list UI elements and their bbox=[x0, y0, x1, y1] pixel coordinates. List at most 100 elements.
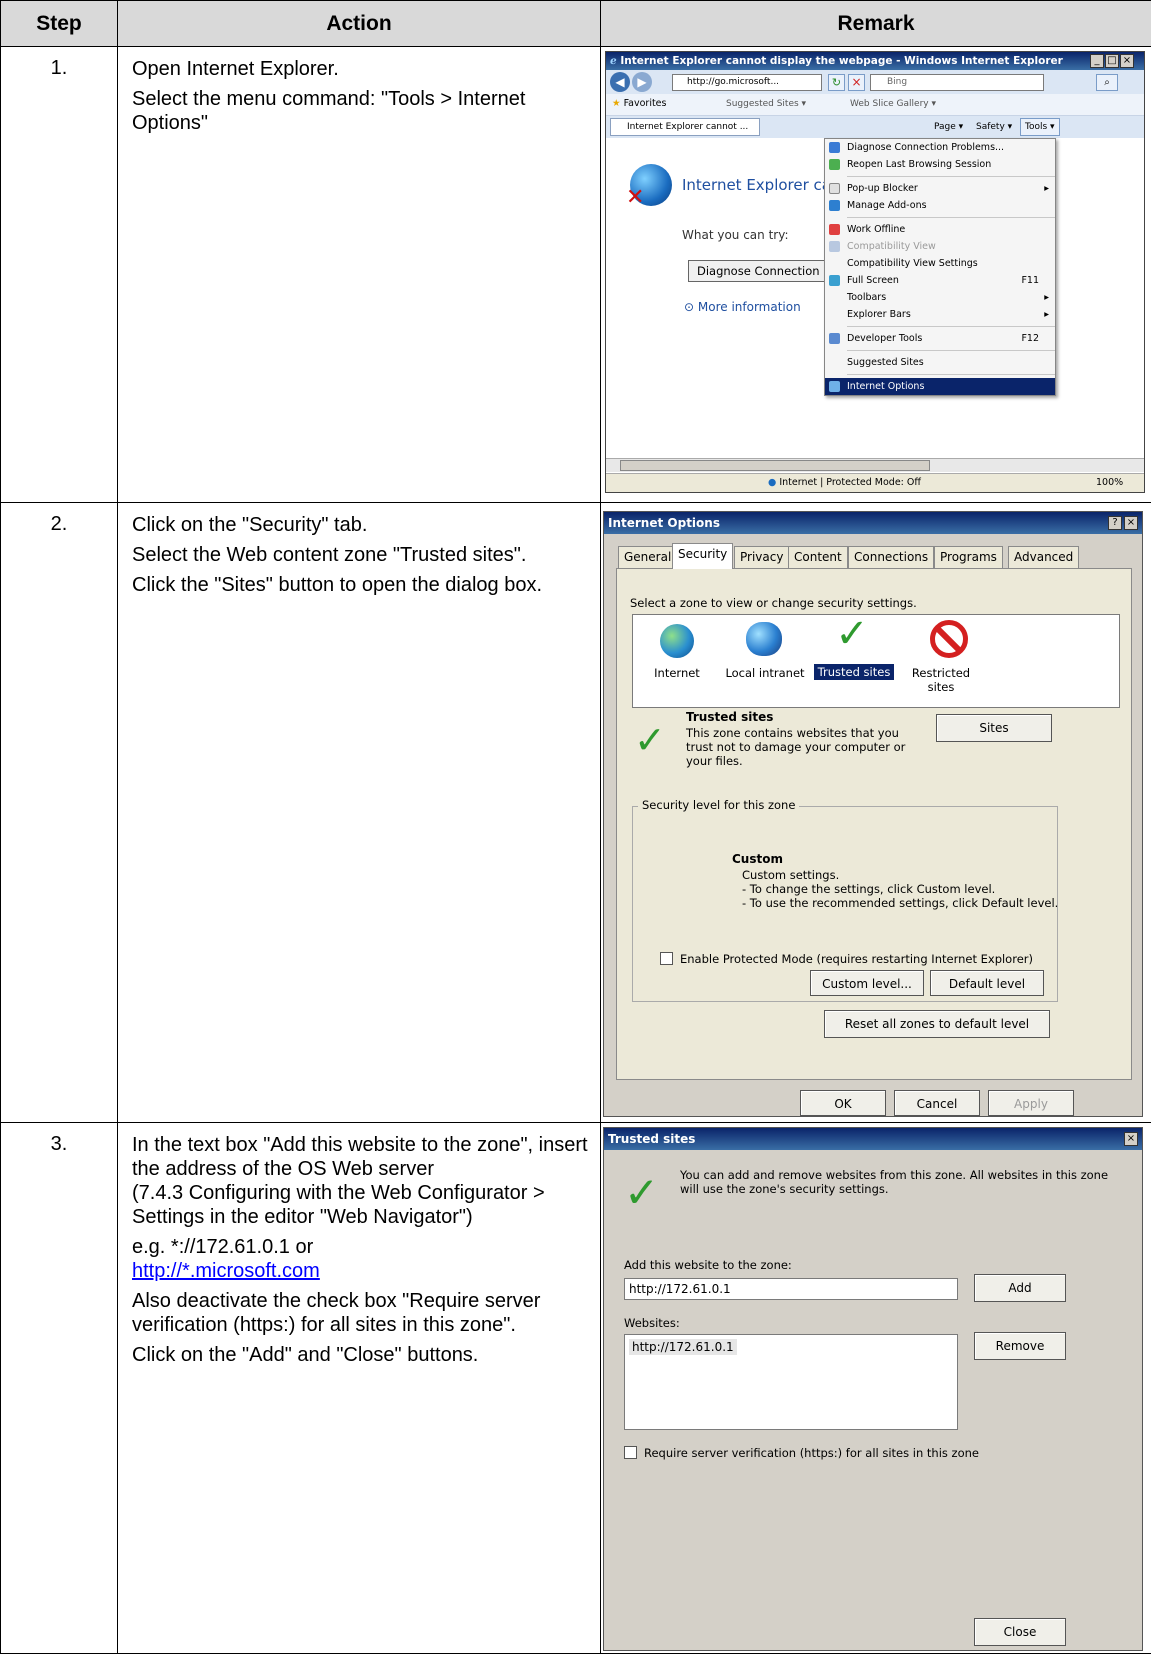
submenu-arrow-icon: ▸ bbox=[1044, 306, 1049, 323]
restricted-icon[interactable] bbox=[930, 620, 968, 658]
websites-list[interactable]: http://172.61.0.1 bbox=[624, 1334, 958, 1430]
globe-icon: ● bbox=[768, 477, 776, 488]
minimize-button[interactable]: _ bbox=[1090, 54, 1104, 68]
cmd-tools[interactable]: Tools ▾ bbox=[1020, 118, 1060, 136]
help-button[interactable]: ? bbox=[1108, 516, 1122, 530]
close-button[interactable]: × bbox=[1124, 1132, 1138, 1146]
address-input[interactable]: http://go.microsoft... bbox=[672, 74, 822, 91]
menu-item-reopen[interactable]: Reopen Last Browsing Session bbox=[825, 156, 1055, 173]
dialog-title-bar: Trusted sites bbox=[604, 1128, 1142, 1150]
instruction-table: Step Action Remark 1. Open Internet Expl… bbox=[0, 0, 1151, 1654]
tab-connections[interactable]: Connections bbox=[848, 546, 934, 568]
more-info-label: More information bbox=[698, 300, 801, 314]
browser-tab[interactable]: Internet Explorer cannot ... bbox=[610, 118, 760, 136]
dialog-title-bar: Internet Options bbox=[604, 512, 1142, 534]
zone-list[interactable] bbox=[632, 614, 1120, 708]
suggested-sites-link[interactable]: Suggested Sites ▾ bbox=[706, 99, 806, 109]
custom-level-button[interactable]: Custom level... bbox=[810, 970, 924, 996]
step-number: 3. bbox=[1, 1123, 118, 1654]
trusted-check-icon[interactable]: ✓ bbox=[832, 612, 872, 656]
diagnose-connection-button[interactable]: Diagnose Connection P bbox=[688, 260, 828, 282]
remark-cell: Trusted sites × ✓ You can add and remove… bbox=[601, 1123, 1151, 1654]
header-remark: Remark bbox=[601, 1, 1151, 47]
default-level-button[interactable]: Default level bbox=[930, 970, 1044, 996]
reset-all-zones-button[interactable]: Reset all zones to default level bbox=[824, 1010, 1050, 1038]
menu-item-toolbars[interactable]: Toolbars▸ bbox=[825, 289, 1055, 306]
dialog-title: Internet Options bbox=[608, 516, 720, 530]
custom-heading: Custom bbox=[732, 852, 783, 866]
error-globe-icon: ✕ bbox=[630, 164, 672, 206]
forward-button[interactable]: ▶ bbox=[632, 72, 652, 92]
menu-item-explorer-bars[interactable]: Explorer Bars▸ bbox=[825, 306, 1055, 323]
custom-line: Custom settings. bbox=[742, 868, 839, 882]
ok-button[interactable]: OK bbox=[800, 1090, 886, 1116]
submenu-arrow-icon: ▸ bbox=[1044, 289, 1049, 306]
ie-title-bar: ℯ Internet Explorer cannot display the w… bbox=[606, 52, 1144, 70]
table-header-row: Step Action Remark bbox=[1, 1, 1151, 47]
cancel-button[interactable]: Cancel bbox=[894, 1090, 980, 1116]
select-zone-label: Select a zone to view or change security… bbox=[630, 596, 917, 610]
sites-button[interactable]: Sites bbox=[936, 714, 1052, 742]
cmd-page[interactable]: Page ▾ bbox=[934, 122, 963, 132]
back-button[interactable]: ◀ bbox=[610, 72, 630, 92]
tab-programs[interactable]: Programs bbox=[934, 546, 1003, 568]
close-button[interactable]: × bbox=[1124, 516, 1138, 530]
menu-item-work-offline[interactable]: Work Offline bbox=[825, 221, 1055, 238]
menu-item-dev-tools[interactable]: Developer ToolsF12 bbox=[825, 330, 1055, 347]
action-text: Click the "Sites" button to open the dia… bbox=[132, 573, 590, 597]
internet-options-icon bbox=[829, 381, 840, 392]
scrollbar-thumb[interactable] bbox=[620, 460, 930, 471]
menu-item-internet-options[interactable]: Internet Options bbox=[825, 378, 1055, 395]
zone-check-icon: ✓ bbox=[634, 720, 674, 760]
tab-advanced[interactable]: Advanced bbox=[1008, 546, 1079, 568]
search-icon[interactable]: ⌕ bbox=[1096, 74, 1118, 91]
tab-security[interactable]: Security bbox=[672, 543, 733, 569]
example-link[interactable]: http://*.microsoft.com bbox=[132, 1259, 590, 1283]
require-https-checkbox[interactable] bbox=[624, 1446, 637, 1459]
horizontal-scrollbar[interactable] bbox=[606, 458, 1145, 472]
close-button[interactable]: × bbox=[1120, 54, 1134, 68]
refresh-icon[interactable]: ↻ bbox=[828, 74, 845, 91]
favorites-button[interactable]: ★ Favorites bbox=[612, 98, 666, 109]
internet-zone-icon[interactable] bbox=[660, 624, 694, 658]
tab-general[interactable]: General bbox=[618, 546, 677, 568]
zone-local-intranet[interactable]: Local intranet bbox=[720, 666, 810, 680]
maximize-button[interactable]: □ bbox=[1105, 54, 1119, 68]
tab-privacy[interactable]: Privacy bbox=[734, 546, 789, 568]
zoom-level[interactable]: 100% bbox=[1096, 477, 1123, 488]
menu-item-diagnose[interactable]: Diagnose Connection Problems... bbox=[825, 139, 1055, 156]
protected-mode-label: Enable Protected Mode (requires restarti… bbox=[680, 952, 1033, 966]
close-dialog-button[interactable]: Close bbox=[974, 1618, 1066, 1646]
add-button[interactable]: Add bbox=[974, 1274, 1066, 1302]
search-input[interactable]: Bing bbox=[870, 74, 1044, 91]
menu-item-popup-blocker[interactable]: Pop-up Blocker▸ bbox=[825, 180, 1055, 197]
status-text: ● Internet | Protected Mode: Off bbox=[768, 477, 921, 488]
menu-item-compat-settings[interactable]: Compatibility View Settings bbox=[825, 255, 1055, 272]
menu-separator bbox=[847, 176, 1055, 177]
remove-button[interactable]: Remove bbox=[974, 1332, 1066, 1360]
trusted-intro: You can add and remove websites from thi… bbox=[680, 1168, 1130, 1196]
menu-item-addons[interactable]: Manage Add-ons bbox=[825, 197, 1055, 214]
table-row: 1. Open Internet Explorer. Select the me… bbox=[1, 47, 1151, 503]
zone-trusted-sites[interactable]: Trusted sites bbox=[814, 664, 894, 680]
intranet-zone-icon[interactable] bbox=[746, 622, 782, 656]
zone-internet[interactable]: Internet bbox=[644, 666, 710, 680]
menu-separator bbox=[847, 374, 1055, 375]
add-website-input[interactable]: http://172.61.0.1 bbox=[624, 1278, 958, 1300]
action-text: (7.4.3 Configuring with the Web Configur… bbox=[132, 1181, 590, 1229]
cmd-safety[interactable]: Safety ▾ bbox=[976, 122, 1012, 132]
menu-item-suggested-sites[interactable]: Suggested Sites bbox=[825, 354, 1055, 371]
remark-cell: Internet Options ? × General Security Pr… bbox=[601, 503, 1151, 1123]
header-action: Action bbox=[118, 1, 601, 47]
web-slice-link[interactable]: Web Slice Gallery ▾ bbox=[836, 99, 936, 109]
zone-restricted-sites[interactable]: Restricted sites bbox=[906, 666, 976, 694]
addons-icon bbox=[829, 200, 840, 211]
menu-separator bbox=[847, 350, 1055, 351]
tab-content[interactable]: Content bbox=[788, 546, 848, 568]
menu-item-full-screen[interactable]: Full ScreenF11 bbox=[825, 272, 1055, 289]
zone-description: This zone contains websites that you tru… bbox=[686, 726, 906, 768]
protected-mode-checkbox[interactable] bbox=[660, 952, 673, 965]
more-info-link[interactable]: ⊙ More information bbox=[684, 300, 801, 314]
stop-icon[interactable]: × bbox=[848, 74, 865, 91]
website-item[interactable]: http://172.61.0.1 bbox=[629, 1339, 737, 1355]
